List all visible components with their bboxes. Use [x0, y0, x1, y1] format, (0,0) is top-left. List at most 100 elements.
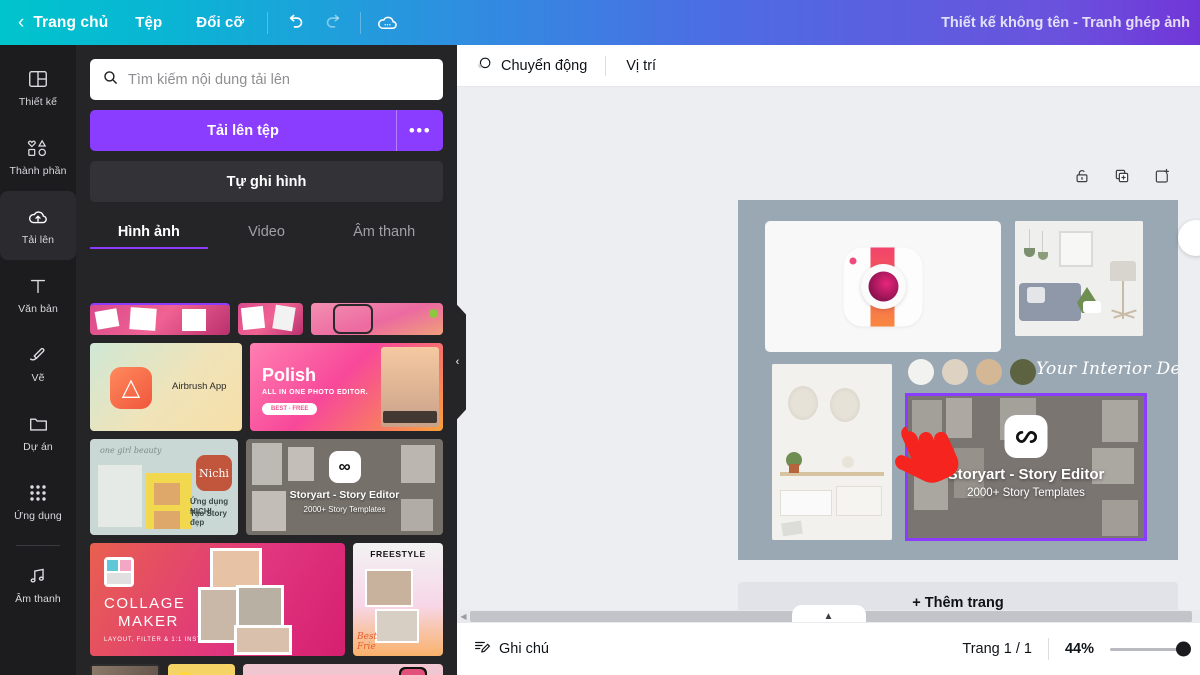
thumb-polish[interactable]: Polish ALL IN ONE PHOTO EDITOR. BEST - F… — [250, 343, 443, 431]
rail-divider — [16, 545, 60, 546]
design-color-palette[interactable] — [908, 359, 1036, 385]
canvas-side-circle-button[interactable] — [1178, 220, 1200, 256]
grid-row: COLLAGE MAKER LAYOUT, FILTER & 1:1 INSTA… — [90, 543, 443, 656]
thumb-airbrush[interactable]: △ Airbrush App — [90, 343, 242, 431]
thumb-nichi[interactable]: one girl beauty Nichi Ứng dụng NICHI Tạo… — [90, 439, 238, 535]
notes-button[interactable]: Ghi chú — [473, 638, 549, 660]
chevron-up-icon: ▲ — [823, 611, 834, 622]
thumb-nichi-sub: Tạo Story đẹp — [190, 509, 227, 527]
thumb-collage-caption: COLLAGE — [104, 595, 186, 612]
add-page-icon — [1153, 167, 1171, 190]
thumb-polaroid-b[interactable] — [238, 303, 303, 335]
expand-panel-notch[interactable]: ▲ — [791, 605, 866, 622]
thumb-storyart-sub: 2000+ Story Templates — [303, 505, 386, 514]
apps-grid-icon — [28, 481, 48, 505]
menu-resize[interactable]: Đổi cỡ — [179, 14, 261, 31]
home-back-button[interactable]: ‹ Trang chủ — [0, 13, 118, 32]
toolbar-divider-1 — [267, 11, 269, 34]
palette-swatch-2[interactable] — [942, 359, 968, 385]
thumb-inshot[interactable]: INSHOT — [243, 664, 443, 675]
zoom-slider-knob[interactable] — [1176, 641, 1191, 657]
thumb-collage[interactable]: COLLAGE MAKER LAYOUT, FILTER & 1:1 INSTA… — [90, 543, 345, 656]
canvas-scroll-area[interactable]: Your Interior Design Storyart — [457, 87, 1200, 622]
tab-audio[interactable]: Âm thanh — [325, 216, 443, 249]
thumb-polish-sub: ALL IN ONE PHOTO EDITOR. — [262, 389, 369, 396]
zoom-level-label[interactable]: 44% — [1049, 641, 1110, 657]
status-bar-right: Trang 1 / 1 44% — [962, 638, 1191, 660]
sidebar-label-text: Văn bản — [18, 303, 58, 315]
sidebar-item-uploads[interactable]: Tải lên — [0, 191, 76, 260]
canva-editor-window: ‹ Trang chủ Tệp Đổi cỡ Thiết kế không tê… — [0, 0, 1200, 675]
redo-icon — [324, 12, 345, 33]
scroll-left-arrow-icon[interactable]: ◀ — [457, 612, 470, 621]
cloud-saving-button[interactable] — [367, 3, 407, 43]
shapes-icon — [26, 136, 50, 160]
search-box[interactable] — [90, 59, 443, 100]
sidebar-item-text[interactable]: Văn bản — [0, 260, 76, 329]
record-yourself-button[interactable]: Tự ghi hình — [90, 161, 443, 202]
thumb-emoji[interactable] — [168, 664, 235, 675]
upload-cloud-icon — [26, 205, 50, 229]
grid-row — [90, 303, 443, 335]
thumb-polaroid-a[interactable] — [90, 303, 230, 335]
thumb-phone-pink[interactable] — [311, 303, 443, 335]
lock-page-button[interactable] — [1069, 165, 1095, 191]
search-wrapper — [76, 45, 457, 100]
panel-collapse-button[interactable]: ‹ — [449, 296, 466, 428]
undo-button[interactable] — [274, 3, 314, 43]
uploads-panel: Tải lên tệp ••• Tự ghi hình Hình ảnh Vid… — [76, 45, 457, 675]
top-header-bar: ‹ Trang chủ Tệp Đổi cỡ Thiết kế không tê… — [0, 0, 1200, 45]
sidebar-item-audio[interactable]: Âm thanh — [0, 550, 76, 619]
sidebar-label-elements: Thành phần — [9, 165, 67, 177]
editor-toolbar-divider — [605, 55, 607, 76]
notes-icon — [473, 638, 491, 660]
sidebar-item-design[interactable]: Thiết kế — [0, 53, 76, 122]
palette-swatch-4[interactable] — [1010, 359, 1036, 385]
search-input[interactable] — [128, 71, 431, 88]
duplicate-page-button[interactable] — [1109, 165, 1135, 191]
sidebar-item-projects[interactable]: Dự án — [0, 398, 76, 467]
search-icon — [102, 69, 119, 91]
tab-video[interactable]: Video — [208, 216, 326, 249]
upload-more-button[interactable]: ••• — [396, 110, 443, 151]
menu-file[interactable]: Tệp — [118, 14, 179, 31]
thumb-storyart[interactable]: ∞ Storyart - Story Editor 2000+ Story Te… — [246, 439, 443, 535]
sidebar-label-uploads: Tải lên — [21, 234, 55, 246]
sidebar-label-audio: Âm thanh — [15, 593, 61, 605]
design-interior-photo-1[interactable] — [1015, 221, 1143, 336]
editor-toolbar: Chuyển động Vị trí — [457, 45, 1200, 87]
sidebar-item-draw[interactable]: Vẽ — [0, 329, 76, 398]
animate-label: Chuyển động — [501, 57, 588, 74]
thumb-freestyle[interactable]: FREESTYLE Best Frie — [353, 543, 443, 656]
home-label: Trang chủ — [33, 13, 109, 31]
palette-swatch-1[interactable] — [908, 359, 934, 385]
animate-button[interactable]: Chuyển động — [475, 55, 601, 77]
grid-row: △ Airbrush App Polish ALL IN ONE PHOTO E… — [90, 343, 443, 431]
cloud-saving-icon — [376, 11, 399, 34]
thumb-couple[interactable] — [90, 664, 160, 675]
thumb-airbrush-caption: Airbrush App — [172, 381, 227, 392]
music-note-icon — [27, 564, 49, 588]
design-camera-card[interactable] — [765, 221, 1001, 352]
upload-files-button[interactable]: Tải lên tệp — [90, 110, 396, 151]
palette-swatch-3[interactable] — [976, 359, 1002, 385]
document-title[interactable]: Thiết kế không tên - Tranh ghép ảnh — [941, 0, 1190, 45]
design-interior-photo-2[interactable] — [772, 364, 892, 540]
chevron-left-icon: ‹ — [18, 12, 25, 33]
tab-images[interactable]: Hình ảnh — [90, 216, 208, 249]
position-button[interactable]: Vị trí — [610, 58, 672, 74]
design-script-text[interactable]: Your Interior Design — [1036, 359, 1178, 379]
sidebar-item-elements[interactable]: Thành phần — [0, 122, 76, 191]
notes-label: Ghi chú — [499, 641, 549, 657]
grid-row: INSHOT — [90, 664, 443, 675]
zoom-slider[interactable] — [1110, 641, 1191, 657]
redo-button[interactable] — [314, 3, 354, 43]
add-page-button-top[interactable] — [1149, 165, 1175, 191]
sidebar-label-draw: Vẽ — [31, 372, 45, 384]
undo-icon — [284, 12, 305, 33]
sidebar-item-apps[interactable]: Ứng dụng — [0, 467, 76, 536]
design-canvas[interactable]: Your Interior Design Storyart — [738, 200, 1178, 560]
sidebar-label-projects: Dự án — [23, 441, 53, 453]
uploads-grid: △ Airbrush App Polish ALL IN ONE PHOTO E… — [76, 303, 457, 675]
text-icon — [27, 274, 49, 298]
